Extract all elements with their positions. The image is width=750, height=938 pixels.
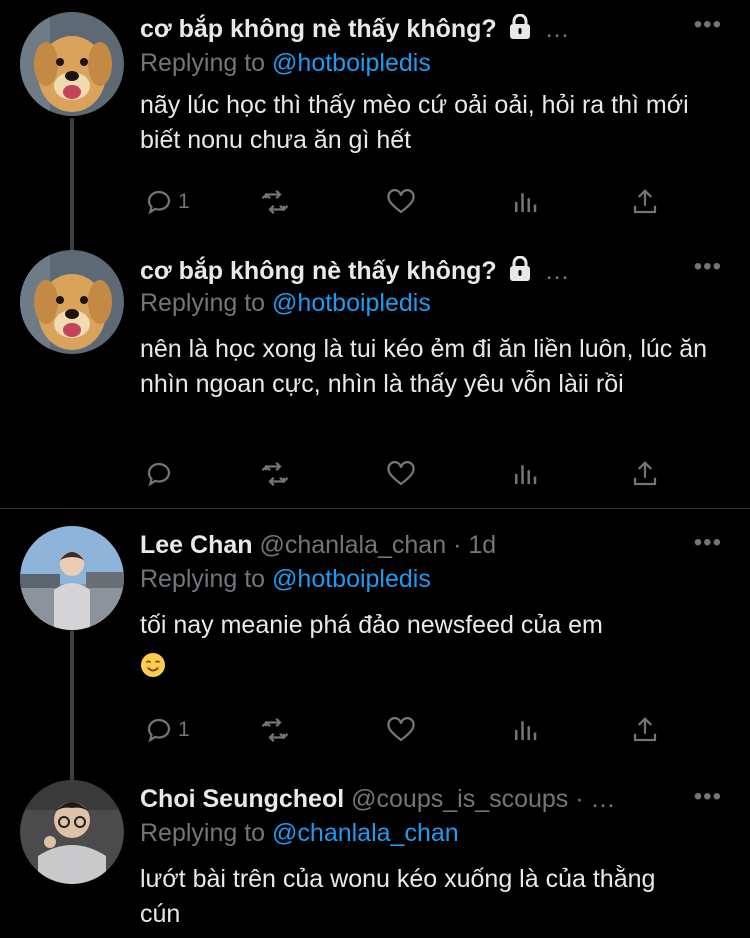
analytics-icon (515, 721, 537, 740)
reply-prefix: Replying to (140, 565, 266, 593)
divider (0, 508, 750, 509)
avatar[interactable] (20, 526, 124, 630)
retweet-button[interactable] (260, 182, 290, 222)
tweet-header: cơ bắp không nè thấy không? … (140, 252, 690, 290)
thread-line (70, 118, 74, 258)
retweet-button[interactable] (260, 454, 290, 494)
reply-button[interactable] (144, 454, 178, 494)
person-avatar-icon (20, 780, 124, 884)
share-button[interactable] (630, 182, 660, 222)
timestamp[interactable]: · 1d (453, 531, 496, 559)
truncation-ellipsis: … (544, 15, 570, 43)
tweet-header: cơ bắp không nè thấy không? … (140, 10, 690, 48)
like-button[interactable] (386, 454, 416, 494)
reply-icon (147, 462, 171, 487)
more-options-button[interactable]: ••• (694, 10, 722, 40)
truncation-ellipsis: … (544, 257, 570, 285)
share-icon (633, 189, 657, 214)
heart-icon (387, 189, 415, 214)
display-name[interactable]: Choi Seungcheol (140, 785, 344, 813)
retweet-button[interactable] (260, 710, 290, 750)
tweet-text: nên là học xong là tui kéo ẻm đi ăn liền… (140, 335, 708, 398)
tweet-text: lướt bài trên của wonu kéo xuống là của … (140, 865, 656, 928)
avatar[interactable] (20, 250, 124, 354)
reply-icon (147, 718, 171, 743)
reply-count: 1 (178, 718, 190, 741)
tweet-header: Lee Chan @chanlala_chan · 1d (140, 526, 690, 564)
retweet-icon (261, 717, 289, 743)
reply-button[interactable]: 1 (144, 710, 190, 750)
smiling-face-emoji-icon (141, 653, 165, 677)
action-bar: 1 (140, 182, 700, 222)
share-icon (633, 461, 657, 486)
share-button[interactable] (630, 454, 660, 494)
like-button[interactable] (386, 182, 416, 222)
display-name[interactable]: Lee Chan (140, 531, 253, 559)
action-bar (140, 454, 700, 494)
person-avatar-icon (20, 526, 124, 630)
analytics-button[interactable] (510, 454, 540, 494)
heart-icon (387, 717, 415, 742)
like-button[interactable] (386, 710, 416, 750)
user-handle[interactable]: @coups_is_scoups (351, 785, 568, 813)
reply-prefix: Replying to (140, 819, 266, 847)
display-name[interactable]: cơ bắp không nè thấy không? (140, 257, 497, 285)
action-bar: 1 (140, 710, 700, 750)
replying-to: Replying to @hotboipledis (140, 46, 431, 80)
replying-to: Replying to @chanlala_chan (140, 816, 459, 850)
analytics-button[interactable] (510, 182, 540, 222)
reply-icon (147, 190, 171, 215)
avatar[interactable] (20, 780, 124, 884)
share-button[interactable] (630, 710, 660, 750)
more-options-button[interactable]: ••• (694, 252, 722, 282)
display-name[interactable]: cơ bắp không nè thấy không? (140, 15, 497, 43)
reply-count: 1 (178, 190, 190, 213)
tweet-text: tối nay meanie phá đảo newsfeed của em (140, 611, 603, 639)
replying-to: Replying to @hotboipledis (140, 286, 431, 320)
mention-link[interactable]: @hotboipledis (272, 289, 431, 317)
analytics-icon (515, 193, 537, 212)
analytics-button[interactable] (510, 710, 540, 750)
avatar[interactable] (20, 12, 124, 116)
mention-link[interactable]: @hotboipledis (272, 565, 431, 593)
more-options-button[interactable]: ••• (694, 782, 722, 812)
reply-button[interactable]: 1 (144, 182, 190, 222)
tweet-header: Choi Seungcheol @coups_is_scoups · … (140, 780, 690, 818)
lock-icon (509, 256, 530, 281)
user-handle[interactable]: @chanlala_chan (259, 531, 446, 559)
analytics-icon (515, 465, 537, 484)
dog-avatar-icon (20, 250, 124, 354)
retweet-icon (261, 189, 289, 215)
tweet-text: nãy lúc học thì thấy mèo cứ oải oải, hỏi… (140, 91, 689, 154)
replying-to: Replying to @hotboipledis (140, 562, 431, 596)
timestamp[interactable]: · … (575, 785, 615, 813)
retweet-icon (261, 461, 289, 487)
thread-line (70, 630, 74, 782)
heart-icon (387, 461, 415, 486)
share-icon (633, 717, 657, 742)
lock-icon (509, 14, 530, 39)
more-options-button[interactable]: ••• (694, 528, 722, 558)
dog-avatar-icon (20, 12, 124, 116)
mention-link[interactable]: @chanlala_chan (272, 819, 459, 847)
reply-prefix: Replying to (140, 289, 266, 317)
tweet-text-container: tối nay meanie phá đảo newsfeed của em (140, 608, 730, 684)
mention-link[interactable]: @hotboipledis (272, 49, 431, 77)
reply-prefix: Replying to (140, 49, 266, 77)
